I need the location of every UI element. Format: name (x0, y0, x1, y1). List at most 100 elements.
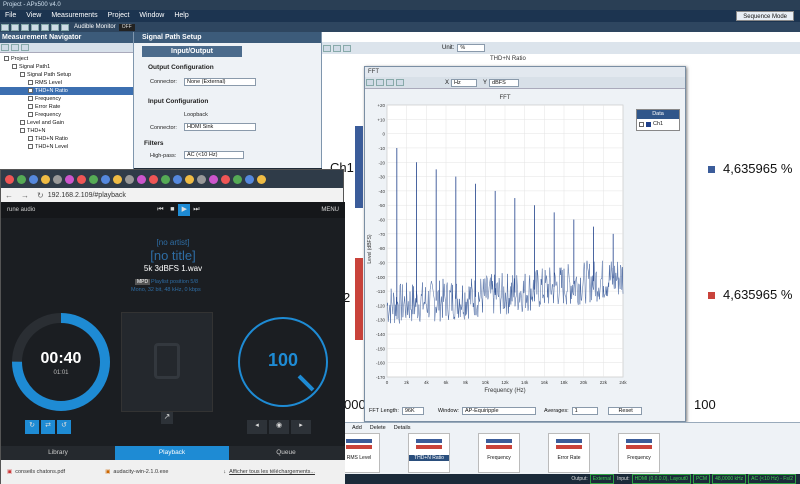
tree-checkbox[interactable] (28, 80, 33, 86)
output-connector-select[interactable]: None (External) (184, 78, 256, 86)
delete-button[interactable]: Delete (370, 425, 386, 431)
tree-checkbox[interactable] (20, 72, 25, 78)
play-icon[interactable] (31, 23, 39, 31)
unit-select[interactable]: % (457, 44, 486, 52)
tree-item[interactable]: RMS Level (0, 79, 133, 87)
sequence-mode-button[interactable]: Sequence Mode (736, 11, 794, 21)
tree-checkbox[interactable] (28, 144, 33, 150)
tab-library[interactable]: Library (1, 446, 115, 460)
forward-icon[interactable]: → (21, 191, 29, 200)
menu-file[interactable]: File (5, 10, 16, 22)
tree-item[interactable]: Signal Path1 (0, 63, 133, 71)
legend-checkbox[interactable] (639, 121, 644, 127)
save-icon[interactable] (21, 23, 29, 31)
reload-icon[interactable]: ↻ (37, 191, 44, 200)
browser-tab-icon[interactable] (41, 174, 50, 184)
menu-button[interactable]: MENU (321, 207, 339, 213)
new-icon[interactable] (1, 23, 9, 31)
menu-view[interactable]: View (26, 10, 41, 22)
browser-tab-icon[interactable] (221, 174, 230, 184)
album-action-icon[interactable]: ↗ (161, 412, 173, 424)
tree-checkbox[interactable] (28, 112, 33, 118)
fft-length-select[interactable]: 96K (401, 407, 424, 415)
menu-help[interactable]: Help (174, 10, 188, 22)
browser-tab-icon[interactable] (65, 174, 74, 184)
tab-playback[interactable]: Playback (115, 446, 229, 460)
tree-checkbox[interactable] (28, 104, 33, 110)
back-icon[interactable]: ← (5, 191, 13, 200)
tree-checkbox[interactable] (28, 96, 33, 102)
input-connector-select[interactable]: HDMI Sink (184, 123, 256, 131)
tree-checkbox[interactable] (28, 88, 33, 94)
cursor-icon[interactable] (386, 79, 394, 86)
zoom-out-icon[interactable] (376, 79, 384, 86)
add-icon[interactable] (1, 44, 9, 51)
tree-item[interactable]: Signal Path Setup (0, 71, 133, 79)
delete-icon[interactable] (21, 44, 29, 51)
tree-item[interactable]: THD+N Ratio (0, 87, 133, 95)
tab-queue[interactable]: Queue (229, 446, 343, 460)
tree-item[interactable]: Project (0, 55, 133, 63)
zoom-icon[interactable] (323, 44, 331, 52)
pan-icon[interactable] (333, 44, 341, 52)
mute-icon[interactable]: ◉ (269, 420, 289, 434)
single-icon[interactable]: ↺ (57, 420, 71, 434)
tree-checkbox[interactable] (4, 56, 9, 62)
play-icon[interactable]: ▶ (178, 204, 191, 216)
url-field[interactable]: 192.168.2.109/#playback (48, 192, 126, 199)
browser-tab-icon[interactable] (245, 174, 254, 184)
audible-monitor-toggle[interactable]: OFF (118, 23, 135, 31)
tree-item[interactable]: Error Rate (0, 103, 133, 111)
browser-tab-icon[interactable] (29, 174, 38, 184)
browser-tab-icon[interactable] (77, 174, 86, 184)
browser-tab-icon[interactable] (257, 174, 266, 184)
open-icon[interactable] (11, 23, 19, 31)
window-select[interactable]: AP-Equiripple (461, 407, 536, 415)
browser-tab-icon[interactable] (209, 174, 218, 184)
menu-measurements[interactable]: Measurements (51, 10, 97, 22)
tree-checkbox[interactable] (28, 136, 33, 142)
result-thumbnail[interactable]: Error Rate (548, 433, 590, 473)
settings-icon[interactable] (61, 23, 69, 31)
result-thumbnail[interactable]: Frequency (478, 433, 520, 473)
menu-project[interactable]: Project (108, 10, 130, 22)
tree-item[interactable]: Frequency (0, 111, 133, 119)
browser-tab-icon[interactable] (17, 174, 26, 184)
browser-tab-icon[interactable] (149, 174, 158, 184)
tree-item[interactable]: THD+N Ratio (0, 135, 133, 143)
result-thumbnail[interactable]: THD+N Ratio (408, 433, 450, 473)
browser-tab-icon[interactable] (113, 174, 122, 184)
result-thumbnail[interactable]: Frequency (618, 433, 660, 473)
browser-tab-icon[interactable] (5, 174, 14, 184)
tree-checkbox[interactable] (20, 120, 25, 126)
tree-item[interactable]: THD+N (0, 127, 133, 135)
download-item-1[interactable]: conseils chatons.pdf (15, 469, 105, 475)
brand-logo[interactable]: rune audio (7, 207, 35, 213)
tree-checkbox[interactable] (12, 64, 17, 70)
next-icon[interactable]: ⏭ (190, 204, 202, 216)
zoom-in-icon[interactable] (366, 79, 374, 86)
loopback-checkbox[interactable]: Loopback (184, 112, 208, 118)
stop-icon[interactable] (41, 23, 49, 31)
run-icon[interactable] (11, 44, 19, 51)
show-all-downloads[interactable]: Afficher tous les téléchargements... (229, 469, 315, 475)
volume-up-icon[interactable]: ▸ (291, 420, 311, 434)
browser-tab-icon[interactable] (137, 174, 146, 184)
browser-tab-icon[interactable] (197, 174, 206, 184)
copy-icon[interactable] (343, 44, 351, 52)
details-button[interactable]: Details (394, 425, 411, 431)
browser-tab-icon[interactable] (173, 174, 182, 184)
stop-icon[interactable]: ■ (166, 204, 178, 216)
tree-item[interactable]: Frequency (0, 95, 133, 103)
highpass-select[interactable]: AC (<10 Hz) (184, 151, 244, 159)
averages-input[interactable]: 1 (571, 407, 598, 415)
tree-item[interactable]: Level and Gain (0, 119, 133, 127)
browser-tab-icon[interactable] (233, 174, 242, 184)
browser-tab-icon[interactable] (125, 174, 134, 184)
tree-checkbox[interactable] (20, 128, 25, 134)
repeat-icon[interactable]: ↻ (25, 420, 39, 434)
download-item-2[interactable]: audacity-win-2.1.0.exe (113, 469, 223, 475)
generator-icon[interactable] (51, 23, 59, 31)
input-output-tab[interactable]: Input/Output (142, 46, 242, 57)
browser-tab-icon[interactable] (89, 174, 98, 184)
